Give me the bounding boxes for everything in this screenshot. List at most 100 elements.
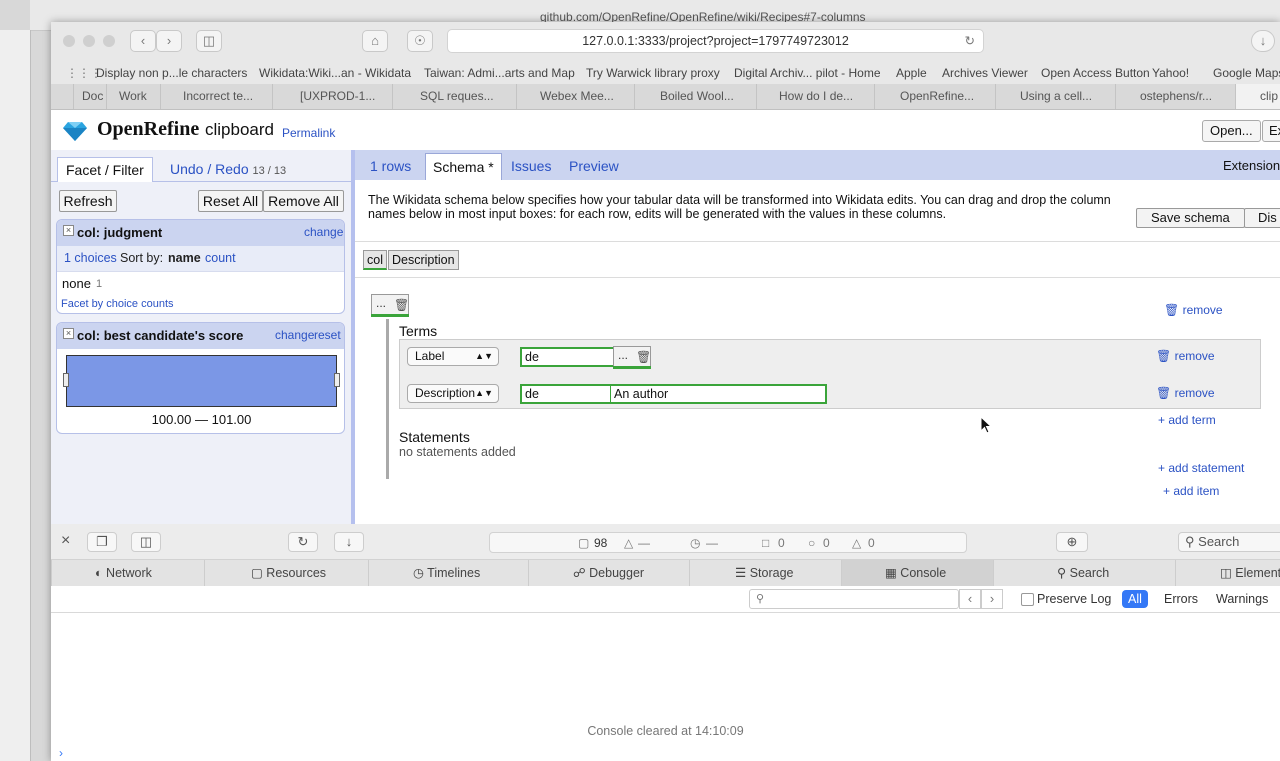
tab-undo-redo[interactable]: Undo / Redo 13 / 13 (162, 157, 294, 182)
bookmark-item[interactable]: Archives Viewer (942, 66, 1028, 80)
browser-tab[interactable]: Using a cell... (995, 84, 1115, 109)
range-histogram[interactable] (63, 355, 340, 407)
detach-window-icon[interactable]: ❐ (87, 532, 117, 552)
app-logo[interactable]: OpenRefine (97, 118, 199, 141)
extensions-menu[interactable]: Extension (1223, 158, 1280, 173)
tab-preview[interactable]: Preview (569, 158, 619, 174)
reset-all-button[interactable]: Reset All (198, 190, 263, 212)
minimize-window-icon[interactable] (83, 35, 95, 47)
bookmark-item[interactable]: Taiwan: Admi...arts and Map (424, 66, 575, 80)
range-handle-right[interactable] (334, 373, 340, 387)
reload-icon[interactable]: ↻ (965, 30, 975, 52)
tab-rows[interactable]: 1 rows (370, 158, 411, 174)
remove-all-button[interactable]: Remove All (263, 190, 344, 212)
bookmark-item[interactable]: Wikidata:Wiki...an - Wikidata (259, 66, 411, 80)
column-chip-col[interactable]: col (363, 250, 387, 270)
refresh-button[interactable]: Refresh (59, 190, 117, 212)
browser-tab[interactable]: How do I de... (756, 84, 874, 109)
permalink-link[interactable]: Permalink (282, 126, 335, 140)
close-facet-icon[interactable]: × (63, 328, 74, 339)
inspector-search-field[interactable]: ⚲ Search (1178, 532, 1280, 552)
add-item-link[interactable]: + add item (1163, 484, 1219, 498)
tab-debugger[interactable]: ☍ Debugger (528, 560, 689, 586)
browser-tab[interactable]: SQL reques... (392, 84, 516, 109)
remove-term-link[interactable]: 🗑 remove (1156, 386, 1215, 400)
tab-schema[interactable]: Schema * (425, 153, 502, 180)
add-term-link[interactable]: + add term (1158, 413, 1216, 427)
term-type-select[interactable]: Label ▲▼ (407, 347, 499, 366)
browser-tab[interactable]: Work (106, 84, 160, 109)
back-arrow-icon[interactable]: ‹ (130, 30, 156, 52)
column-chip-description[interactable]: Description (388, 250, 459, 270)
reload-page-icon[interactable]: ↻ (288, 532, 318, 552)
sort-by-name[interactable]: name (168, 251, 201, 265)
tab-facet-filter[interactable]: Facet / Filter (57, 157, 153, 182)
crosshair-icon[interactable]: ⊕ (1056, 532, 1088, 552)
term-lang-input[interactable]: de (520, 384, 612, 404)
bookmark-item[interactable]: Try Warwick library proxy (586, 66, 720, 80)
close-inspector-icon[interactable]: × (61, 532, 70, 550)
preserve-log-checkbox[interactable] (1021, 593, 1034, 606)
shield-icon[interactable]: ☉ (407, 30, 433, 52)
filter-warnings-button[interactable]: Warnings (1216, 592, 1268, 606)
facet-by-counts-link[interactable]: Facet by choice counts (61, 298, 174, 310)
bookmark-item[interactable]: Apple (896, 66, 927, 80)
sort-by-count[interactable]: count (205, 251, 236, 265)
tab-network[interactable]: ◐ Network (51, 560, 204, 586)
download-archive-icon[interactable]: ↓ (334, 532, 364, 552)
term-value-box[interactable]: ... 🗑 (613, 346, 651, 368)
discard-button[interactable]: Dis (1244, 208, 1280, 228)
home-icon[interactable]: ⌂ (362, 30, 388, 52)
tab-issues[interactable]: Issues (511, 158, 551, 174)
project-name[interactable]: clipboard (205, 120, 274, 140)
browser-tab[interactable]: Boiled Wool... (634, 84, 756, 109)
term-type-select[interactable]: Description ▲▼ (407, 384, 499, 403)
dock-side-icon[interactable]: ◫ (131, 532, 161, 552)
bookmark-item[interactable]: Open Access Button (1041, 66, 1150, 80)
bookmark-item[interactable]: Yahoo! (1152, 66, 1189, 80)
address-bar[interactable]: 127.0.0.1:3333/project?project=179774972… (447, 29, 984, 53)
tab-timelines[interactable]: ◷ Timelines (368, 560, 528, 586)
save-schema-button[interactable]: Save schema (1136, 208, 1245, 228)
open-button[interactable]: Open... (1202, 120, 1261, 142)
remove-term-link[interactable]: 🗑 remove (1156, 349, 1215, 363)
facet-reset-link[interactable]: reset (314, 328, 341, 342)
browser-tab[interactable]: ostephens/r... (1115, 84, 1235, 109)
term-value-input[interactable]: An author (610, 384, 827, 404)
trash-icon[interactable]: 🗑 (636, 347, 651, 367)
item-entity-box[interactable]: ... 🗑 (371, 294, 409, 316)
tab-elements[interactable]: ◫ Elements (1175, 560, 1280, 586)
range-handle-left[interactable] (63, 373, 69, 387)
close-window-icon[interactable] (63, 35, 75, 47)
previous-match-icon[interactable]: ‹ (959, 589, 981, 609)
zoom-window-icon[interactable] (103, 35, 115, 47)
tab-console[interactable]: ▦ Console (841, 560, 993, 586)
sidebar-icon[interactable]: ◫ (196, 30, 222, 52)
export-button[interactable]: Ex (1262, 120, 1280, 142)
download-icon[interactable]: ↓ (1251, 30, 1275, 52)
bookmark-item[interactable]: Google Maps (1213, 66, 1280, 80)
bookmark-item[interactable]: Digital Archiv... pilot - Home (734, 66, 881, 80)
filter-errors-button[interactable]: Errors (1164, 592, 1198, 606)
tab-resources[interactable]: ▢ Resources (204, 560, 368, 586)
browser-tab[interactable]: [UXPROD-1... (272, 84, 392, 109)
remove-item-link[interactable]: 🗑 remove (1164, 303, 1223, 317)
forward-arrow-icon[interactable]: › (156, 30, 182, 52)
browser-tab[interactable]: Webex Mee... (516, 84, 634, 109)
tab-search[interactable]: ⚲ Search (993, 560, 1175, 586)
filter-all-button[interactable]: All (1122, 590, 1148, 608)
close-facet-icon[interactable]: × (63, 225, 74, 236)
tab-storage[interactable]: ☰ Storage (689, 560, 841, 586)
browser-tab[interactable]: OpenRefine... (874, 84, 995, 109)
console-prompt-icon[interactable]: › (59, 746, 63, 760)
browser-tab[interactable]: Doc (73, 84, 106, 109)
facet-choice-item[interactable]: none (62, 276, 91, 291)
browser-tab-active[interactable]: clip (1235, 84, 1280, 109)
choices-count-link[interactable]: 1 choices (64, 251, 117, 265)
facet-change-link[interactable]: change (275, 328, 314, 342)
console-filter-input[interactable]: ⚲ (749, 589, 959, 609)
facet-change-link[interactable]: change (304, 225, 343, 239)
trash-icon[interactable]: 🗑 (394, 295, 409, 315)
browser-tab[interactable]: Incorrect te... (160, 84, 272, 109)
add-statement-link[interactable]: + add statement (1158, 461, 1244, 475)
